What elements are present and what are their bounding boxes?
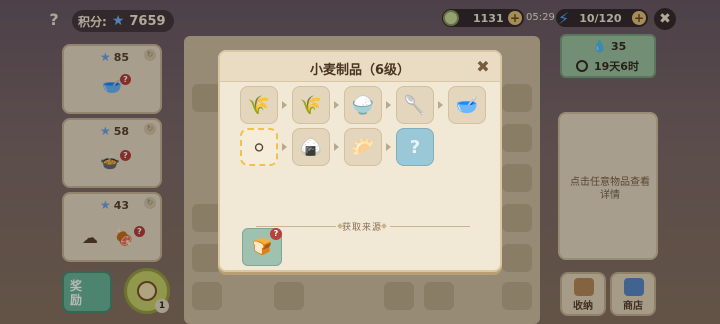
- arrow-icon: [282, 143, 287, 151]
- chain-item-steamed-bun[interactable]: 🍙: [292, 128, 330, 166]
- steamed-bun-icon: 🍙: [299, 137, 323, 158]
- modal-title: 小麦制品（6级）: [309, 63, 411, 78]
- locked-rabbit-icon: ?: [409, 137, 421, 158]
- bun-plate-icon: 🥟: [351, 137, 375, 158]
- modal-header: 小麦制品（6级） ✖: [220, 52, 500, 82]
- chain-item-bun-plate[interactable]: 🥟: [344, 128, 382, 166]
- flour-sack-icon: 🍚: [351, 95, 375, 116]
- chain-item-flour-scoop[interactable]: 🥄: [396, 86, 434, 124]
- flour-scoop-icon: 🥄: [403, 95, 427, 116]
- item-chain-modal: 小麦制品（6级） ✖ 🌾 🌾 🍚 🥄 🥣 ⚪ 🍙 🥟 ? 获取来源 🍞 ?: [218, 50, 502, 272]
- wheat-icon: 🌾: [247, 95, 271, 116]
- chain-item-dough-selected[interactable]: ⚪: [240, 128, 278, 166]
- arrow-icon: [334, 101, 339, 109]
- flour-bowl-icon: 🥣: [455, 95, 479, 116]
- chain-item-wheat-bundle[interactable]: 🌾: [292, 86, 330, 124]
- source-divider: 获取来源: [248, 220, 476, 233]
- arrow-icon: [334, 143, 339, 151]
- wheat-bundle-icon: 🌾: [299, 95, 323, 116]
- chain-item-flour-sack[interactable]: 🍚: [344, 86, 382, 124]
- close-modal-button[interactable]: ✖: [474, 58, 492, 76]
- chain-item-flour-bowl[interactable]: 🥣: [448, 86, 486, 124]
- chain-row-2: ⚪ 🍙 🥟 ?: [238, 128, 488, 168]
- arrow-icon: [386, 143, 391, 151]
- dough-icon: ⚪: [251, 138, 267, 159]
- question-badge: ?: [270, 228, 282, 240]
- chain-item-locked[interactable]: ?: [396, 128, 434, 166]
- chain-row-1: 🌾 🌾 🍚 🥄 🥣: [238, 86, 488, 126]
- chain-item-wheat[interactable]: 🌾: [240, 86, 278, 124]
- bread-icon: 🍞: [252, 237, 272, 256]
- arrow-icon: [438, 101, 443, 109]
- arrow-icon: [282, 101, 287, 109]
- arrow-icon: [386, 101, 391, 109]
